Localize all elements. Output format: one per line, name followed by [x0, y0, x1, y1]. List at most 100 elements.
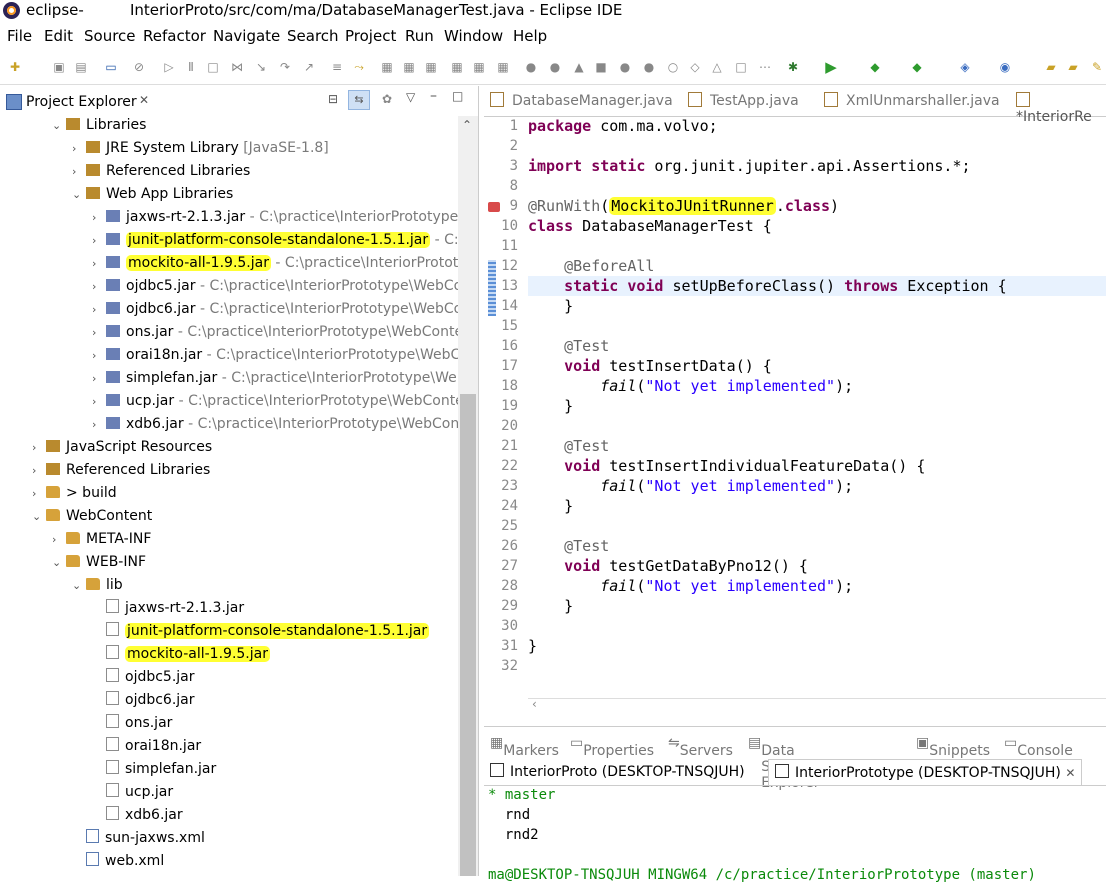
tree-item[interactable]: › xdb6.jar - C:\practice\InteriorPrototyp…	[92, 413, 458, 435]
collapse-arrow-icon[interactable]: ›	[92, 368, 106, 390]
menu-navigate[interactable]: Navigate	[213, 27, 280, 45]
collapse-arrow-icon[interactable]: ›	[92, 322, 106, 344]
tree-item[interactable]: › JRE System Library [JavaSE-1.8]	[72, 137, 329, 159]
toolbar-h-icon[interactable]: ●	[548, 60, 562, 74]
external-tools-icon[interactable]: ◆	[910, 60, 924, 74]
terminate-icon[interactable]: □	[206, 60, 220, 74]
open-type-icon[interactable]: ▰	[1044, 60, 1058, 74]
toolbar-n-icon[interactable]: ◇	[688, 60, 702, 74]
collapse-arrow-icon[interactable]: ›	[52, 529, 66, 551]
tab-databasemanager[interactable]: DatabaseManager.java	[490, 92, 673, 109]
tree-item[interactable]: › ojdbc5.jar - C:\practice\InteriorProtot…	[92, 275, 458, 297]
console-output[interactable]: * master rnd rnd2 ma@DESKTOP-TNSQJUH MIN…	[488, 785, 1036, 885]
menu-search[interactable]: Search	[287, 27, 339, 45]
menu-source[interactable]: Source	[84, 27, 136, 45]
new-class-icon[interactable]: ◉	[998, 60, 1012, 74]
tab-xmlunmarshaller[interactable]: XmlUnmarshaller.java	[824, 92, 1000, 109]
expand-arrow-icon[interactable]: ⌄	[52, 552, 66, 574]
collapse-arrow-icon[interactable]: ›	[32, 460, 46, 482]
menu-run[interactable]: Run	[405, 27, 434, 45]
tab-interiorproto[interactable]: InteriorProto (DESKTOP-TNSQJUH)	[490, 763, 745, 780]
toolbar-q-icon[interactable]: ⋯	[758, 60, 772, 74]
terminal-icon[interactable]: ▭	[104, 60, 118, 74]
collapse-all-icon[interactable]: ⊟	[328, 92, 338, 106]
new-server-icon[interactable]: ◈	[958, 60, 972, 74]
menu-window[interactable]: Window	[444, 27, 503, 45]
toolbar-c-icon[interactable]: ▦	[424, 60, 438, 74]
tree-item[interactable]: ucp.jar	[92, 781, 173, 803]
expand-arrow-icon[interactable]: ⌄	[32, 506, 46, 528]
collapse-arrow-icon[interactable]: ›	[92, 230, 106, 252]
search-toolbar-icon[interactable]: ✎	[1090, 60, 1104, 74]
tab-data-source-explorer[interactable]: ▤ Data Source Explorer	[748, 735, 820, 791]
step-into-icon[interactable]: ↘	[254, 60, 268, 74]
toolbar-g-icon[interactable]: ●	[524, 60, 538, 74]
step-over-icon[interactable]: ↷	[278, 60, 292, 74]
tree-item[interactable]: xdb6.jar	[92, 804, 183, 826]
toolbar-p-icon[interactable]: □	[734, 60, 748, 74]
view-menu-icon[interactable]: ▽	[406, 90, 415, 104]
close-icon[interactable]: ✕	[1065, 766, 1075, 780]
menu-project[interactable]: Project	[345, 27, 396, 45]
tree-item[interactable]: › JavaScript Resources	[32, 436, 212, 458]
menu-help[interactable]: Help	[513, 27, 547, 45]
tree-item[interactable]: ons.jar	[92, 712, 172, 734]
tree-item[interactable]: › junit-platform-console-standalone-1.5.1…	[92, 229, 458, 251]
expand-arrow-icon[interactable]: ⌄	[52, 115, 66, 137]
expand-arrow-icon[interactable]: ⌄	[72, 575, 86, 597]
drop-frame-icon[interactable]: ≡	[330, 60, 344, 74]
tab-snippets[interactable]: ▣ Snippets	[916, 735, 990, 759]
scrollbar-thumb[interactable]	[460, 394, 476, 876]
open-folder-icon[interactable]: ▰	[1066, 60, 1080, 74]
toolbar-k-icon[interactable]: ●	[618, 60, 632, 74]
toolbar-i-icon[interactable]: ▲	[572, 60, 586, 74]
tree-item[interactable]: › jaxws-rt-2.1.3.jar - C:\practice\Interi…	[92, 206, 458, 228]
tree-item[interactable]: › orai18n.jar - C:\practice\InteriorProto…	[92, 344, 458, 366]
tree-item[interactable]: orai18n.jar	[92, 735, 201, 757]
tree-item[interactable]: › Referenced Libraries	[72, 160, 250, 182]
tab-markers[interactable]: ▦ Markers	[490, 735, 559, 759]
toolbar-a-icon[interactable]: ▦	[380, 60, 394, 74]
tree-item[interactable]: ⌄ Libraries	[52, 114, 146, 136]
collapse-arrow-icon[interactable]: ›	[72, 161, 86, 183]
tree-item[interactable]: ojdbc5.jar	[92, 666, 195, 688]
tree-item[interactable]: ⌄ WEB-INF	[52, 551, 146, 573]
tree-item[interactable]: ⌄ WebContent	[32, 505, 152, 527]
close-icon[interactable]: ✕	[139, 93, 149, 107]
toolbar-b-icon[interactable]: ▦	[402, 60, 416, 74]
collapse-arrow-icon[interactable]: ›	[32, 437, 46, 459]
tab-console[interactable]: ▭ Console	[1004, 735, 1073, 759]
toolbar-l-icon[interactable]: ●	[642, 60, 656, 74]
disconnect-icon[interactable]: ⋈	[230, 60, 244, 74]
tree-item[interactable]: › simplefan.jar - C:\practice\InteriorPro…	[92, 367, 458, 389]
collapse-arrow-icon[interactable]: ›	[92, 276, 106, 298]
maximize-icon[interactable]: □	[452, 89, 463, 103]
save-icon[interactable]: ▣	[52, 60, 66, 74]
tree-item[interactable]: jaxws-rt-2.1.3.jar	[92, 597, 244, 619]
tab-servers[interactable]: ⇋ Servers	[668, 735, 733, 759]
tree-item[interactable]: mockito-all-1.9.5.jar	[92, 643, 270, 665]
toolbar-e-icon[interactable]: ▦	[472, 60, 486, 74]
debug-icon[interactable]: ✱	[786, 60, 800, 74]
tree-scrollbar[interactable]: ⌃	[458, 116, 478, 876]
tree-item[interactable]: › > build	[32, 482, 117, 504]
resume-icon[interactable]: ▷	[162, 60, 176, 74]
collapse-arrow-icon[interactable]: ›	[92, 253, 106, 275]
toolbar-o-icon[interactable]: △	[710, 60, 724, 74]
suspend-icon[interactable]: Ⅱ	[184, 60, 198, 74]
toolbar-d-icon[interactable]: ▦	[450, 60, 464, 74]
menu-file[interactable]: File	[7, 27, 32, 45]
tree-item[interactable]: › Referenced Libraries	[32, 459, 210, 481]
tree-item[interactable]: ⌄ Web App Libraries	[72, 183, 233, 205]
new-icon[interactable]: ✚	[8, 60, 22, 74]
tree-item[interactable]: › mockito-all-1.9.5.jar - C:\practice\Int…	[92, 252, 458, 274]
collapse-arrow-icon[interactable]: ›	[92, 345, 106, 367]
code-editor[interactable]: 1 2 3 8 9 10 11 12 13 14 15 16 17 18 19 20 21 22 23 24 25 26 2…	[484, 116, 1106, 714]
coverage-icon[interactable]: ◆	[868, 60, 882, 74]
toolbar-m-icon[interactable]: ○	[666, 60, 680, 74]
expand-arrow-icon[interactable]: ⌄	[72, 184, 86, 206]
link-with-editor-icon[interactable]: ⇆	[348, 90, 370, 110]
collapse-arrow-icon[interactable]: ›	[92, 391, 106, 413]
scroll-up-icon[interactable]: ⌃	[462, 118, 472, 132]
use-step-filters-icon[interactable]: ⤳	[352, 60, 366, 74]
